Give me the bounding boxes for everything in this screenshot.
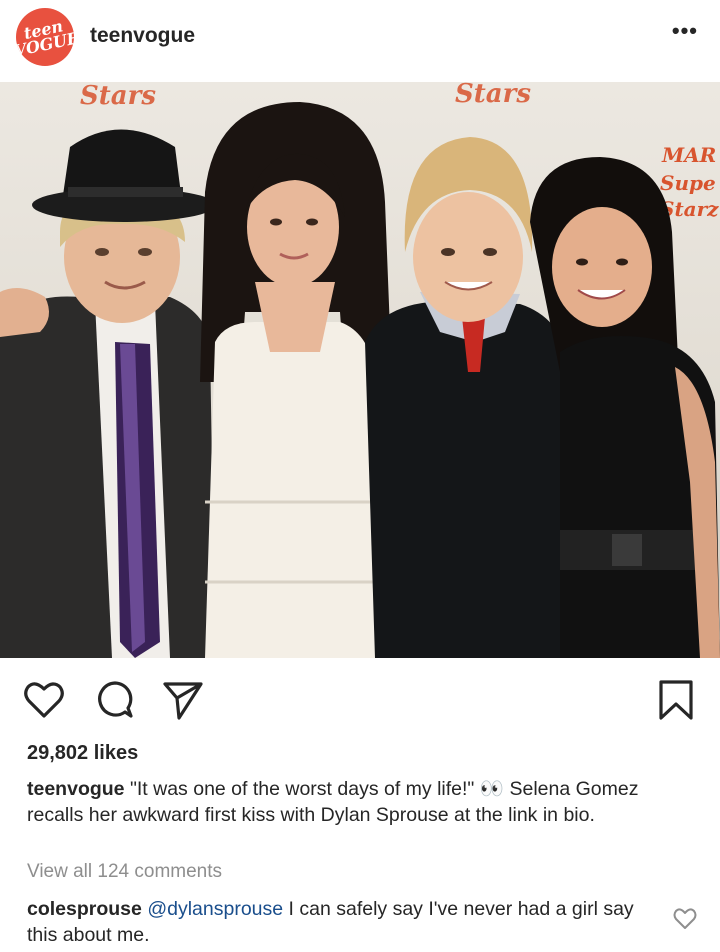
- save-button[interactable]: [654, 678, 698, 722]
- comment-like-button[interactable]: [672, 906, 698, 932]
- share-button[interactable]: [161, 678, 205, 722]
- account-avatar[interactable]: teen VOGUE: [16, 8, 74, 66]
- backdrop-logo-3: MAR: [661, 143, 716, 167]
- post-caption: teenvogue "It was one of the worst days …: [27, 776, 697, 828]
- photo-illustration: Stars Stars MAR Supe Starz: [0, 82, 720, 658]
- bookmark-icon: [659, 680, 693, 720]
- comment-username[interactable]: colesprouse: [27, 898, 142, 920]
- likes-count[interactable]: 29,802 likes: [27, 742, 138, 765]
- post-header: teen VOGUE teenvogue •••: [0, 0, 720, 82]
- backdrop-logo-2: Stars: [455, 82, 531, 109]
- like-button[interactable]: [22, 678, 66, 722]
- backdrop-logo-1: Stars: [80, 82, 156, 111]
- paper-plane-icon: [163, 682, 203, 720]
- comment-button[interactable]: [93, 678, 137, 722]
- person-girl-white-dress: [200, 102, 392, 658]
- comment-bubble-icon: [98, 681, 133, 718]
- small-heart-icon: [673, 908, 697, 929]
- backdrop-logo-4: Supe: [660, 171, 716, 195]
- person-boy-hat: [0, 129, 216, 658]
- view-all-comments-link[interactable]: View all 124 comments: [27, 861, 222, 883]
- account-username[interactable]: teenvogue: [90, 24, 195, 48]
- eyes-emoji-icon: 👀: [479, 778, 505, 800]
- post-actions: [0, 668, 720, 728]
- post-photo[interactable]: Stars Stars MAR Supe Starz: [0, 82, 720, 658]
- heart-outline-icon: [24, 682, 64, 718]
- caption-username[interactable]: teenvogue: [27, 778, 125, 800]
- avatar-logo-text: teen VOGUE: [16, 16, 74, 61]
- caption-text-part-1: "It was one of the worst days of my life…: [124, 778, 480, 800]
- comment-mention[interactable]: @dylansprouse: [147, 898, 283, 920]
- comment-item: colesprouse @dylansprouse I can safely s…: [27, 896, 647, 948]
- more-options-icon[interactable]: •••: [672, 18, 698, 44]
